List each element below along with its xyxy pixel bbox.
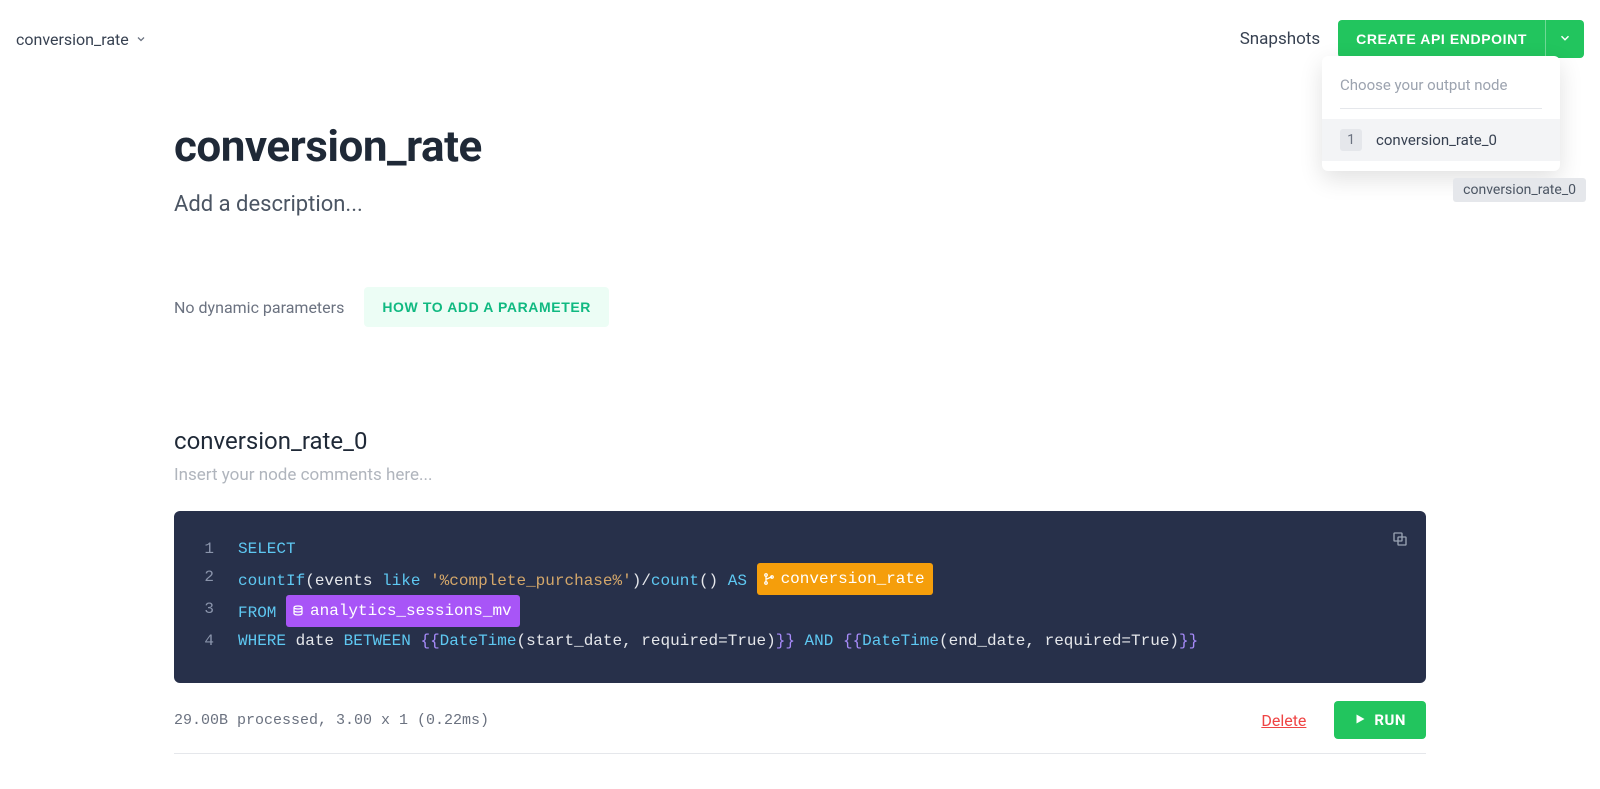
run-button[interactable]: RUN: [1334, 701, 1426, 739]
parameters-row: No dynamic parameters HOW TO ADD A PARAM…: [174, 287, 1426, 327]
dropdown-item-label: conversion_rate_0: [1376, 131, 1497, 149]
datasource-badge[interactable]: analytics_sessions_mv: [286, 595, 520, 627]
divider: [174, 753, 1426, 754]
code-line: 4 WHERE date BETWEEN {{DateTime(start_da…: [194, 627, 1406, 655]
play-icon: [1354, 711, 1366, 729]
node-title[interactable]: conversion_rate_0: [174, 427, 1426, 455]
branch-icon: [763, 573, 775, 585]
parameters-text: No dynamic parameters: [174, 298, 344, 317]
code-line: 3 FROM analytics_sessions_mv: [194, 595, 1406, 627]
node-footer: 29.00B processed, 3.00 x 1 (0.22ms) Dele…: [174, 701, 1426, 739]
code-editor[interactable]: 1 SELECT 2 countIf(events like '%complet…: [174, 511, 1426, 683]
database-icon: [292, 605, 304, 617]
code-line: 2 countIf(events like '%complete_purchas…: [194, 563, 1406, 595]
dropdown-item-number: 1: [1340, 129, 1362, 151]
divider: [1340, 108, 1542, 109]
description-input[interactable]: Add a description...: [174, 192, 1426, 217]
code-line: 1 SELECT: [194, 535, 1406, 563]
tooltip: conversion_rate_0: [1453, 178, 1586, 202]
dropdown-item[interactable]: 1 conversion_rate_0: [1322, 119, 1560, 161]
delete-link[interactable]: Delete: [1261, 711, 1306, 730]
output-node-dropdown: Choose your output node 1 conversion_rat…: [1322, 56, 1560, 171]
page-title: conversion_rate: [174, 120, 1426, 172]
copy-icon[interactable]: [1392, 529, 1408, 557]
dropdown-heading: Choose your output node: [1322, 72, 1560, 108]
node-comments-input[interactable]: Insert your node comments here...: [174, 465, 1426, 485]
pipe-badge[interactable]: conversion_rate: [757, 563, 933, 595]
query-stats: 29.00B processed, 3.00 x 1 (0.22ms): [174, 712, 489, 729]
add-parameter-button[interactable]: HOW TO ADD A PARAMETER: [364, 287, 609, 327]
